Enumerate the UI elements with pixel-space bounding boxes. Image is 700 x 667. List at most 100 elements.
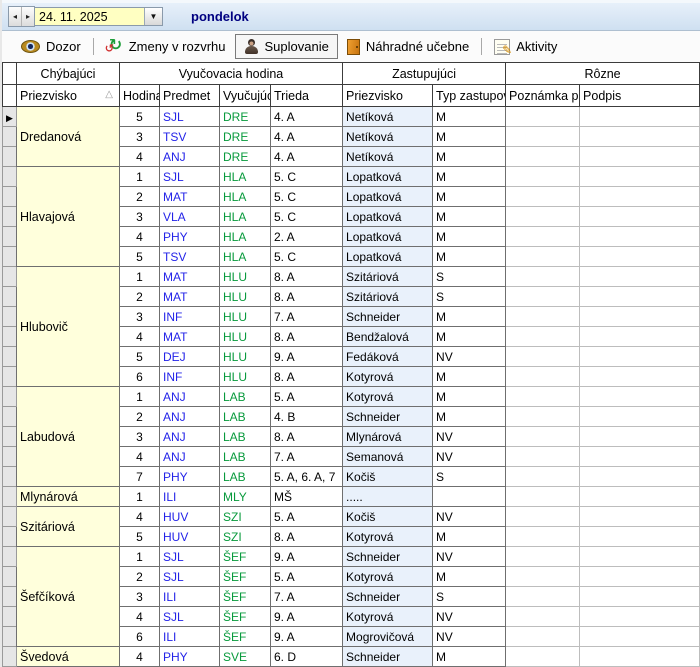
teacher-code-cell[interactable]: LAB xyxy=(220,467,271,487)
note-cell[interactable] xyxy=(506,167,580,187)
signature-cell[interactable] xyxy=(580,387,700,407)
class-cell[interactable]: 9. A xyxy=(271,547,343,567)
substitute-teacher-cell[interactable]: Mogrovičová xyxy=(343,627,433,647)
lesson-number-cell[interactable]: 4 xyxy=(120,227,160,247)
class-cell[interactable]: 8. A xyxy=(271,527,343,547)
subject-cell[interactable]: HUV xyxy=(160,507,220,527)
substitute-teacher-cell[interactable]: Kotyrová xyxy=(343,367,433,387)
subject-cell[interactable]: MAT xyxy=(160,267,220,287)
column-header-6[interactable]: Priezvisko xyxy=(343,85,433,107)
substitute-teacher-cell[interactable]: Schneider xyxy=(343,547,433,567)
note-cell[interactable] xyxy=(506,187,580,207)
absent-teacher-cell[interactable]: Labudová xyxy=(17,387,120,487)
subject-cell[interactable]: HUV xyxy=(160,527,220,547)
teacher-code-cell[interactable]: DRE xyxy=(220,147,271,167)
subject-cell[interactable]: MAT xyxy=(160,287,220,307)
teacher-code-cell[interactable]: HLU xyxy=(220,287,271,307)
signature-cell[interactable] xyxy=(580,567,700,587)
substitution-type-cell[interactable]: M xyxy=(433,107,506,127)
substitute-teacher-cell[interactable]: Lopatková xyxy=(343,167,433,187)
note-cell[interactable] xyxy=(506,227,580,247)
teacher-code-cell[interactable]: HLU xyxy=(220,367,271,387)
substitution-type-cell[interactable]: S xyxy=(433,467,506,487)
row-selector-cell[interactable] xyxy=(3,587,17,607)
note-cell[interactable] xyxy=(506,107,580,127)
absent-teacher-cell[interactable]: Hlavajová xyxy=(17,167,120,267)
note-cell[interactable] xyxy=(506,647,580,667)
substitute-teacher-cell[interactable]: Lopatková xyxy=(343,187,433,207)
class-cell[interactable]: 5. C xyxy=(271,187,343,207)
teacher-code-cell[interactable]: LAB xyxy=(220,407,271,427)
class-cell[interactable]: 5. A xyxy=(271,567,343,587)
teacher-code-cell[interactable]: HLA xyxy=(220,227,271,247)
note-cell[interactable] xyxy=(506,607,580,627)
class-cell[interactable]: 5. A xyxy=(271,387,343,407)
note-cell[interactable] xyxy=(506,387,580,407)
signature-cell[interactable] xyxy=(580,507,700,527)
column-header-2[interactable]: Hodina xyxy=(120,85,160,107)
teacher-code-cell[interactable]: HLA xyxy=(220,207,271,227)
lesson-number-cell[interactable]: 3 xyxy=(120,307,160,327)
teacher-code-cell[interactable]: SVE xyxy=(220,647,271,667)
substitute-teacher-cell[interactable]: Kotyrová xyxy=(343,567,433,587)
column-header-5[interactable]: Trieda xyxy=(271,85,343,107)
signature-cell[interactable] xyxy=(580,487,700,507)
note-cell[interactable] xyxy=(506,427,580,447)
row-selector-cell[interactable] xyxy=(3,487,17,507)
class-cell[interactable]: 5. C xyxy=(271,167,343,187)
substitution-type-cell[interactable]: M xyxy=(433,527,506,547)
teacher-code-cell[interactable]: MLY xyxy=(220,487,271,507)
class-cell[interactable]: 4. A xyxy=(271,107,343,127)
prev-day-button[interactable]: ◂ xyxy=(9,7,22,26)
substitution-type-cell[interactable]: NV xyxy=(433,427,506,447)
lesson-number-cell[interactable]: 4 xyxy=(120,447,160,467)
lesson-number-cell[interactable]: 7 xyxy=(120,467,160,487)
teacher-code-cell[interactable]: SZI xyxy=(220,507,271,527)
column-header-3[interactable]: Predmet xyxy=(160,85,220,107)
lesson-number-cell[interactable]: 5 xyxy=(120,107,160,127)
teacher-code-cell[interactable]: HLA xyxy=(220,247,271,267)
note-cell[interactable] xyxy=(506,507,580,527)
substitution-type-cell[interactable]: S xyxy=(433,587,506,607)
note-cell[interactable] xyxy=(506,547,580,567)
substitute-teacher-cell[interactable]: ..... xyxy=(343,487,433,507)
substitution-type-cell[interactable]: NV xyxy=(433,607,506,627)
substitution-type-cell[interactable]: M xyxy=(433,407,506,427)
tab-dozor[interactable]: Dozor xyxy=(12,34,90,59)
teacher-code-cell[interactable]: LAB xyxy=(220,427,271,447)
class-cell[interactable]: 9. A xyxy=(271,627,343,647)
substitute-teacher-cell[interactable]: Bendžalová xyxy=(343,327,433,347)
lesson-number-cell[interactable]: 3 xyxy=(120,207,160,227)
signature-cell[interactable] xyxy=(580,167,700,187)
row-selector-cell[interactable] xyxy=(3,327,17,347)
class-cell[interactable]: 7. A xyxy=(271,307,343,327)
subject-cell[interactable]: SJL xyxy=(160,567,220,587)
subject-cell[interactable]: TSV xyxy=(160,127,220,147)
class-cell[interactable]: 5. A, 6. A, 7 xyxy=(271,467,343,487)
class-cell[interactable]: 6. D xyxy=(271,647,343,667)
signature-cell[interactable] xyxy=(580,467,700,487)
lesson-number-cell[interactable]: 3 xyxy=(120,127,160,147)
teacher-code-cell[interactable]: ŠEF xyxy=(220,607,271,627)
subject-cell[interactable]: ILI xyxy=(160,627,220,647)
teacher-code-cell[interactable]: DRE xyxy=(220,127,271,147)
signature-cell[interactable] xyxy=(580,287,700,307)
signature-cell[interactable] xyxy=(580,647,700,667)
substitution-type-cell[interactable]: M xyxy=(433,387,506,407)
row-selector-cell[interactable] xyxy=(3,387,17,407)
signature-cell[interactable] xyxy=(580,147,700,167)
absent-teacher-cell[interactable]: Dredanová xyxy=(17,107,120,167)
row-selector-cell[interactable] xyxy=(3,427,17,447)
substitution-type-cell[interactable]: NV xyxy=(433,507,506,527)
class-cell[interactable]: 9. A xyxy=(271,347,343,367)
substitute-teacher-cell[interactable]: Schneider xyxy=(343,647,433,667)
teacher-code-cell[interactable]: HLA xyxy=(220,187,271,207)
teacher-code-cell[interactable]: LAB xyxy=(220,387,271,407)
substitute-teacher-cell[interactable]: Kočiš xyxy=(343,507,433,527)
absent-teacher-cell[interactable]: Szitáriová xyxy=(17,507,120,547)
lesson-number-cell[interactable]: 2 xyxy=(120,567,160,587)
note-cell[interactable] xyxy=(506,487,580,507)
lesson-number-cell[interactable]: 3 xyxy=(120,587,160,607)
lesson-number-cell[interactable]: 2 xyxy=(120,407,160,427)
substitute-teacher-cell[interactable]: Kočiš xyxy=(343,467,433,487)
